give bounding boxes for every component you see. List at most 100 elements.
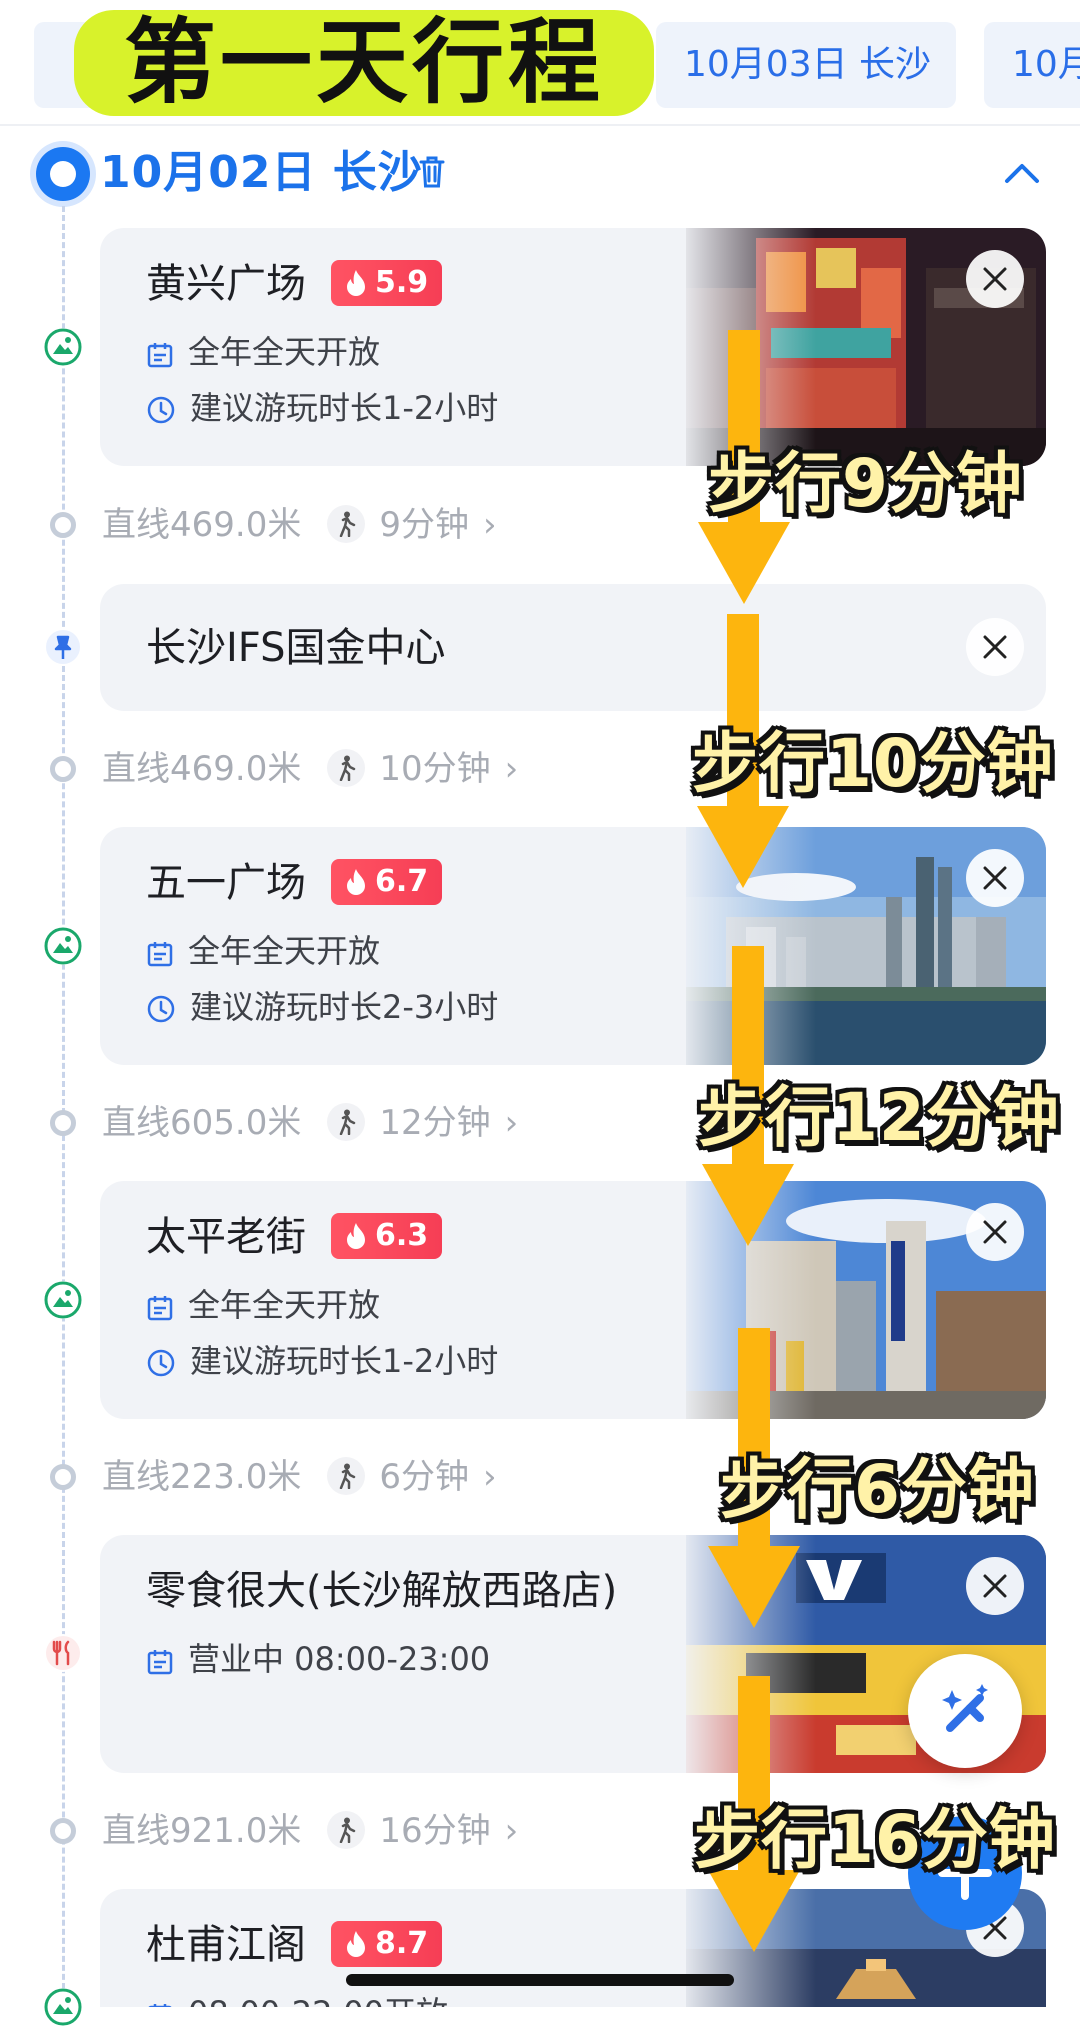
close-icon <box>983 866 1007 890</box>
open-hours: 全年全天开放 <box>146 929 380 973</box>
tab-day-3[interactable]: 10月 <box>984 22 1080 108</box>
remove-stop-button[interactable] <box>966 250 1024 308</box>
route-dot <box>50 1818 76 1844</box>
itinerary-card[interactable]: 零食很大(长沙解放西路店) 营业中 08:00-23:00 <box>100 1535 1046 1773</box>
calendar-icon <box>147 1296 173 1321</box>
open-hours: 全年全天开放 <box>146 330 380 374</box>
segment-distance: 直线921.0米 <box>102 1811 302 1851</box>
open-hours-text: 全年全天开放 <box>188 1286 381 1324</box>
segment-distance: 直线469.0米 <box>102 749 302 789</box>
route-dot <box>50 512 76 538</box>
tab-day-2-label: 10月03日 长沙 <box>684 44 932 85</box>
suggested-duration-text: 建议游玩时长1-2小时 <box>190 389 499 427</box>
route-segment[interactable]: 直线921.0米 16分钟 › <box>102 1807 518 1855</box>
segment-distance: 直线223.0米 <box>102 1457 302 1497</box>
segment-walk-time: 16分钟 <box>379 1811 491 1851</box>
segment-walk-time: 10分钟 <box>379 749 491 789</box>
clock-icon <box>147 1349 175 1377</box>
business-hours: 营业中 08:00-23:00 <box>146 1637 490 1681</box>
chevron-right-icon: › <box>482 505 497 545</box>
day-title: 10月02日 长沙 <box>100 147 423 198</box>
place-name: 长沙IFS国金中心 <box>146 625 446 671</box>
close-icon <box>983 267 1007 291</box>
calendar-icon <box>147 1650 173 1675</box>
route-segment[interactable]: 直线223.0米 6分钟 › <box>102 1453 497 1501</box>
heat-badge: 8.7 <box>331 1921 443 1967</box>
place-name: 太平老街 <box>146 1214 306 1260</box>
walk-overlay-label: 步行9分钟 <box>708 445 1023 522</box>
route-segment[interactable]: 直线469.0米 9分钟 › <box>102 501 497 549</box>
route-segment[interactable]: 直线605.0米 12分钟 › <box>102 1099 518 1147</box>
flame-icon <box>347 270 365 296</box>
heat-badge: 6.3 <box>331 1213 443 1259</box>
itinerary-card[interactable]: 杜甫江阁 8.7 08:00-22:00开放 <box>100 1889 1046 2007</box>
walk-icon <box>327 1811 366 1849</box>
close-icon <box>983 635 1007 659</box>
flame-icon <box>347 1223 365 1249</box>
walk-overlay-label: 步行6分钟 <box>720 1451 1035 1528</box>
segment-walk-time: 12分钟 <box>379 1103 491 1143</box>
route-dot <box>50 1464 76 1490</box>
heat-badge: 5.9 <box>331 260 443 306</box>
calendar-icon <box>147 343 173 368</box>
suggested-duration-text: 建议游玩时长2-3小时 <box>190 988 499 1026</box>
trash-icon[interactable] <box>418 155 446 189</box>
itinerary-card[interactable]: 五一广场 6.7 全年全天开放 建议游玩时长2-3小时 <box>100 827 1046 1065</box>
chevron-right-icon: › <box>504 1103 519 1143</box>
magic-wand-icon <box>942 1684 988 1732</box>
suggested-duration-text: 建议游玩时长1-2小时 <box>190 1342 499 1380</box>
scenic-spot-icon <box>44 927 82 965</box>
clock-icon <box>147 396 175 424</box>
ai-assist-button[interactable] <box>908 1654 1022 1768</box>
route-segment[interactable]: 直线469.0米 10分钟 › <box>102 745 518 793</box>
itinerary-card[interactable]: 长沙IFS国金中心 <box>100 584 1046 711</box>
close-icon <box>983 1220 1007 1244</box>
heat-score: 8.7 <box>375 1926 429 1961</box>
chevron-right-icon: › <box>482 1457 497 1497</box>
segment-walk-time: 9分钟 <box>379 505 469 545</box>
scenic-spot-icon <box>44 1988 82 2026</box>
heat-score: 6.3 <box>375 1218 429 1253</box>
walk-overlay-label: 步行16分钟 <box>694 1801 1056 1878</box>
business-hours-text: 营业中 08:00-23:00 <box>188 1640 491 1678</box>
open-hours-text: 全年全天开放 <box>188 333 381 371</box>
home-indicator <box>346 1974 734 1986</box>
remove-stop-button[interactable] <box>966 1557 1024 1615</box>
remove-stop-button[interactable] <box>966 849 1024 907</box>
remove-stop-button[interactable] <box>966 1203 1024 1261</box>
itinerary-card[interactable]: 太平老街 6.3 全年全天开放 建议游玩时长1-2小时 <box>100 1181 1046 1419</box>
walk-icon <box>327 1457 366 1495</box>
tab-day-2[interactable]: 10月03日 长沙 <box>656 22 956 108</box>
flame-icon <box>347 869 365 895</box>
walk-icon <box>327 1103 366 1141</box>
day-header: 10月02日 长沙 <box>0 145 1080 205</box>
calendar-icon <box>148 2004 172 2007</box>
place-name: 黄兴广场 <box>146 261 306 307</box>
place-name: 五一广场 <box>146 860 306 906</box>
suggested-duration: 建议游玩时长2-3小时 <box>146 985 498 1029</box>
place-name: 零食很大(长沙解放西路店) <box>146 1568 618 1614</box>
chevron-up-icon[interactable] <box>1004 159 1040 185</box>
route-dot <box>50 1110 76 1136</box>
segment-walk-time: 6分钟 <box>379 1457 469 1497</box>
flame-icon <box>347 1931 365 1957</box>
open-hours-text: 全年全天开放 <box>188 932 381 970</box>
overlay-title-sticker: 第一天行程 <box>74 10 654 116</box>
chevron-right-icon: › <box>504 749 519 789</box>
remove-stop-button[interactable] <box>966 618 1024 676</box>
heat-score: 5.9 <box>375 265 429 300</box>
suggested-duration: 建议游玩时长1-2小时 <box>146 1339 498 1383</box>
chevron-right-icon: › <box>504 1811 519 1851</box>
clock-icon <box>147 995 175 1023</box>
heat-badge: 6.7 <box>331 859 443 905</box>
scenic-spot-icon <box>44 328 82 366</box>
open-hours-text: 08:00-22:00开放 <box>188 1994 448 2007</box>
open-hours: 08:00-22:00开放 <box>146 1991 448 2007</box>
restaurant-icon <box>44 1634 82 1672</box>
calendar-icon <box>147 942 173 967</box>
tab-day-3-label: 10月 <box>1012 44 1080 85</box>
walk-overlay-label: 步行10分钟 <box>692 725 1054 802</box>
route-dot <box>50 756 76 782</box>
walk-icon <box>327 505 366 543</box>
segment-distance: 直线605.0米 <box>102 1103 302 1143</box>
